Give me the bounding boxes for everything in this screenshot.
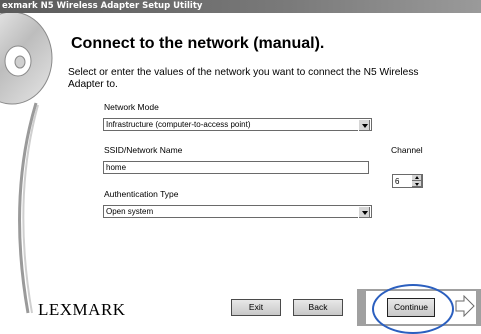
- dropdown-arrow-icon[interactable]: [358, 119, 370, 131]
- auth-type-value: Open system: [106, 207, 154, 216]
- channel-value: 6: [395, 177, 400, 186]
- network-mode-value: Infrastructure (computer-to-access point…: [106, 120, 251, 129]
- network-mode-select[interactable]: Infrastructure (computer-to-access point…: [103, 118, 372, 131]
- ssid-input[interactable]: home: [103, 161, 369, 174]
- page-title: Connect to the network (manual).: [71, 35, 325, 52]
- auth-type-label: Authentication Type: [104, 189, 179, 199]
- ssid-label: SSID/Network Name: [104, 145, 183, 155]
- setup-window: Connect to the network (manual). Select …: [0, 13, 481, 334]
- exit-button[interactable]: Exit: [231, 299, 281, 316]
- lexmark-logo: LEXMARK: [38, 300, 126, 319]
- footer-bar: LEXMARK Exit Back Continue: [0, 278, 481, 334]
- instructions-text: Select or enter the values of the networ…: [68, 67, 419, 90]
- spin-down-icon[interactable]: [412, 181, 422, 187]
- window-title: exmark N5 Wireless Adapter Setup Utility: [2, 1, 203, 11]
- next-arrow-icon[interactable]: [455, 295, 475, 317]
- back-button[interactable]: Back: [293, 299, 343, 316]
- dropdown-arrow-icon[interactable]: [358, 206, 370, 218]
- network-mode-label: Network Mode: [104, 102, 159, 112]
- highlight-circle: [372, 284, 454, 334]
- channel-label: Channel: [391, 145, 423, 155]
- window-title-bar: exmark N5 Wireless Adapter Setup Utility: [0, 0, 481, 13]
- channel-stepper[interactable]: 6: [392, 174, 423, 188]
- auth-type-select[interactable]: Open system: [103, 205, 372, 218]
